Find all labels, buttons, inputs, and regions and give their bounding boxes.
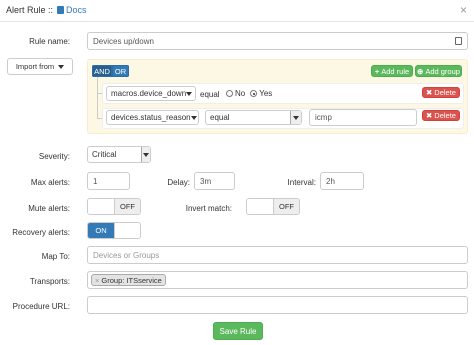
plus-icon: + [374, 66, 380, 76]
times-icon: ✖ [426, 111, 433, 120]
severity-label: Severity: [38, 152, 70, 161]
delete-label: Delete [434, 88, 456, 97]
interval-input[interactable]: 2h [320, 172, 364, 190]
toggle-state: OFF [272, 199, 299, 214]
recovery-alerts-label: Recovery alerts: [12, 228, 70, 237]
mute-alerts-toggle[interactable]: OFF [87, 198, 141, 215]
radio-yes[interactable] [250, 90, 258, 97]
severity-select[interactable]: Critical [87, 146, 151, 163]
transports-label: Transports: [29, 277, 70, 286]
times-icon: ✖ [426, 88, 433, 97]
rule-value-input[interactable]: icmp [309, 109, 417, 126]
modal-title: Alert Rule :: [6, 5, 54, 15]
rule-field-select[interactable]: macros.device_down [106, 86, 196, 101]
book-icon [57, 6, 64, 14]
docs-link-label[interactable]: Docs [66, 5, 87, 15]
caret-down-icon [190, 115, 197, 120]
rule-field-value: devices.status_reason [111, 113, 191, 122]
delete-label: Delete [434, 111, 456, 120]
add-group-button[interactable]: ⊕ Add group [415, 65, 462, 77]
import-from-label: Import from [15, 62, 55, 71]
caret-down-icon [293, 115, 299, 120]
list-icon [455, 37, 462, 45]
caret-down-icon [58, 64, 65, 69]
radio-no[interactable] [226, 90, 233, 97]
radio-no-label: No [235, 89, 246, 98]
save-rule-button[interactable]: Save Rule [213, 322, 263, 340]
map-to-label: Map To: [41, 252, 70, 261]
delay-input[interactable]: 3m [194, 172, 235, 190]
delay-label: Delay: [167, 178, 190, 187]
or-button[interactable]: OR [112, 65, 129, 77]
rule-name-input[interactable]: Devices up/down [87, 32, 468, 50]
transports-input[interactable]: × Group: ITSservice [87, 271, 468, 289]
transport-tag-label: Group: ITSservice [101, 275, 162, 285]
mute-alerts-label: Mute alerts: [28, 204, 70, 213]
rule-operator: equal [200, 90, 220, 99]
close-icon[interactable]: × [460, 3, 467, 17]
max-alerts-label: Max alerts: [30, 178, 70, 187]
import-from-button[interactable]: Import from [7, 58, 73, 75]
map-to-input[interactable]: Devices or Groups [87, 246, 468, 264]
boolean-radio-group: No Yes [226, 89, 272, 98]
add-group-label: Add group [425, 66, 460, 76]
rule-field-select[interactable]: devices.status_reason [106, 110, 199, 125]
radio-yes-label: Yes [259, 89, 273, 98]
toggle-handle [113, 223, 140, 238]
rule-operator-select[interactable]: equal [205, 110, 302, 125]
invert-match-label: Invert match: [185, 204, 232, 213]
add-rule-button[interactable]: + Add rule [371, 65, 413, 77]
map-to-placeholder: Devices or Groups [93, 250, 160, 260]
tree-line [97, 77, 98, 119]
add-rule-label: Add rule [381, 66, 410, 76]
toggle-state: OFF [113, 199, 140, 214]
procedure-url-label: Procedure URL: [12, 302, 70, 311]
max-alerts-input[interactable]: 1 [87, 172, 130, 190]
caret-down-icon [186, 91, 193, 96]
rule-name-label: Rule name: [29, 37, 70, 46]
modal-header: Alert Rule :: Docs × [0, 0, 474, 22]
max-alerts-value: 1 [93, 176, 98, 186]
select-arrow [290, 111, 301, 124]
rule-value: icmp [315, 113, 332, 122]
plus-circle-icon: ⊕ [417, 66, 424, 76]
condition-toggle[interactable]: AND OR [92, 65, 129, 77]
invert-match-toggle[interactable]: OFF [246, 198, 300, 215]
select-arrow [141, 147, 150, 162]
toggle-state: ON [88, 223, 114, 238]
docs-link[interactable]: Docs [57, 5, 87, 15]
caret-down-icon [143, 152, 149, 157]
delay-value: 3m [200, 176, 212, 186]
interval-value: 2h [326, 176, 335, 186]
toggle-handle [247, 199, 273, 214]
rule-field-value: macros.device_down [111, 89, 187, 98]
recovery-alerts-toggle[interactable]: ON [87, 222, 141, 239]
interval-label: Interval: [287, 178, 316, 187]
rule-operator-value: equal [210, 113, 230, 122]
procedure-url-input[interactable] [87, 296, 468, 314]
toggle-handle [88, 199, 114, 214]
delete-rule-button[interactable]: ✖ Delete [422, 110, 460, 121]
rule-name-value: Devices up/down [93, 36, 154, 46]
tag-remove-icon[interactable]: × [95, 276, 99, 285]
delete-rule-button[interactable]: ✖ Delete [422, 87, 460, 98]
and-button[interactable]: AND [92, 65, 112, 77]
severity-value: Critical [92, 150, 117, 159]
transport-tag: × Group: ITSservice [91, 274, 166, 286]
